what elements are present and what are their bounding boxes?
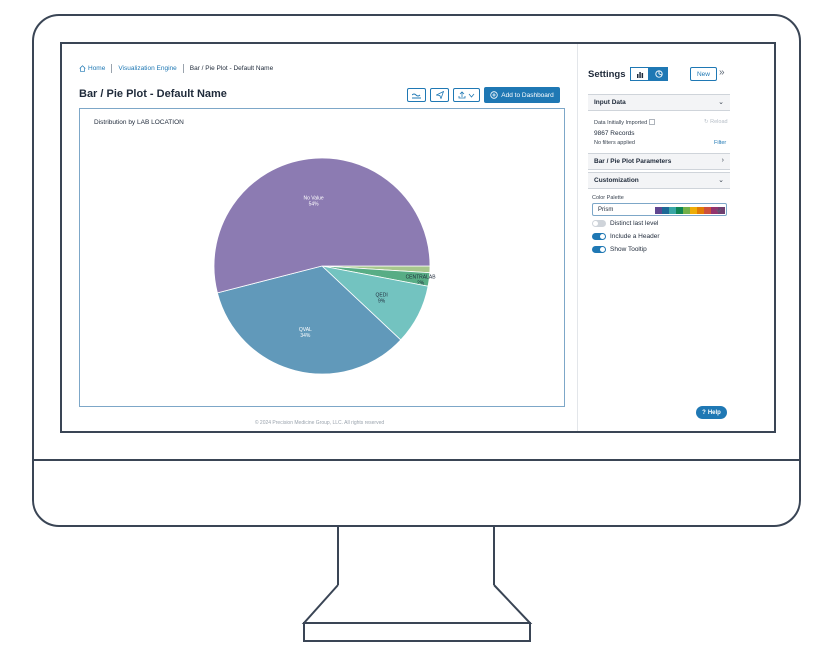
footer-copyright: © 2024 Precision Medicine Group, LLC. Al… xyxy=(254,420,385,426)
info-icon xyxy=(648,119,655,125)
pie-chart: CENTRALAB2%QEDI9%QVAL34%No Value54% xyxy=(213,157,436,375)
main-panel: Home Visualization Engine Bar / Pie Plot… xyxy=(62,44,577,431)
palette-swatch xyxy=(662,207,669,214)
breadcrumb-separator xyxy=(182,64,184,73)
bar-chart-icon xyxy=(636,71,643,78)
settings-panel: Settings New » Input Data ⌄ Data Initial… xyxy=(577,44,774,431)
toggle-switch[interactable] xyxy=(592,246,606,253)
chart-type-button[interactable] xyxy=(407,88,426,102)
page-title: Bar / Pie Plot - Default Name xyxy=(79,88,227,100)
pie-slice-percent: 54% xyxy=(309,202,320,208)
toggle-label: Include a Header xyxy=(610,233,660,240)
palette-swatch xyxy=(669,207,676,214)
share-button[interactable] xyxy=(430,88,449,102)
toggle-row: Show Tooltip xyxy=(592,246,647,253)
toggle-knob xyxy=(600,234,605,239)
export-dropdown-button[interactable] xyxy=(453,88,480,102)
upload-icon xyxy=(458,91,466,99)
customization-header-label: Customization xyxy=(594,177,639,184)
breadcrumb: Home Visualization Engine Bar / Pie Plot… xyxy=(79,64,273,73)
filters-status: No filters applied xyxy=(594,140,635,146)
toggle-label: Show Tooltip xyxy=(610,246,647,253)
color-palette-label: Color Palette xyxy=(592,195,624,201)
toggle-switch[interactable] xyxy=(592,233,606,240)
reload-label: Reload xyxy=(710,119,728,125)
chevron-right-icon: › xyxy=(721,157,724,164)
palette-swatch xyxy=(690,207,697,214)
palette-value: Prism xyxy=(598,206,614,213)
app-screen: Home Visualization Engine Bar / Pie Plot… xyxy=(62,44,774,431)
settings-title: Settings xyxy=(588,69,626,80)
input-data-section-header[interactable]: Input Data ⌄ xyxy=(588,94,730,111)
add-to-dashboard-label: Add to Dashboard xyxy=(501,91,554,99)
palette-swatch xyxy=(683,207,690,214)
data-imported-text: Data Initially Imported xyxy=(594,120,648,126)
collapse-panel-icon[interactable]: » xyxy=(719,67,725,78)
palette-swatch xyxy=(704,207,711,214)
reload-button[interactable]: ↻ Reload xyxy=(704,119,728,125)
toggle-label: Distinct last level xyxy=(610,220,659,227)
color-palette-select[interactable]: Prism xyxy=(592,203,727,216)
new-button[interactable]: New xyxy=(690,67,717,81)
help-icon: ? xyxy=(702,409,706,416)
breadcrumb-engine-link[interactable]: Visualization Engine xyxy=(118,65,176,72)
bar-view-toggle[interactable] xyxy=(630,67,649,81)
reload-icon: ↻ xyxy=(704,119,709,125)
toggle-row: Distinct last level xyxy=(592,220,658,227)
input-data-header-label: Input Data xyxy=(594,99,626,106)
chevron-down-icon xyxy=(468,93,475,98)
help-button[interactable]: ? Help xyxy=(696,406,727,419)
breadcrumb-home-link[interactable]: Home xyxy=(88,65,105,72)
pie-slice-percent: 34% xyxy=(300,333,311,339)
help-label: Help xyxy=(707,409,721,416)
toggle-knob xyxy=(600,247,605,252)
pie-slice-percent: 9% xyxy=(378,298,386,304)
parameters-section-header[interactable]: Bar / Pie Plot Parameters › xyxy=(588,153,730,170)
chart-card: Distribution by LAB LOCATION CENTRALAB 2%… xyxy=(79,108,565,407)
filter-link[interactable]: Filter xyxy=(714,140,726,146)
plus-circle-icon xyxy=(490,91,498,99)
wave-chart-icon xyxy=(412,93,421,98)
toggle-switch[interactable] xyxy=(592,220,606,227)
customization-section-header[interactable]: Customization ⌄ xyxy=(588,172,730,189)
breadcrumb-separator xyxy=(111,64,113,73)
palette-swatch xyxy=(655,207,662,214)
palette-swatch xyxy=(697,207,704,214)
toggle-knob xyxy=(593,221,598,226)
pie-view-toggle[interactable] xyxy=(649,67,668,81)
send-icon xyxy=(435,91,444,99)
breadcrumb-current: Bar / Pie Plot - Default Name xyxy=(189,65,274,72)
toggle-row: Include a Header xyxy=(592,233,660,240)
parameters-header-label: Bar / Pie Plot Parameters xyxy=(594,158,672,165)
chart-title: Distribution by LAB LOCATION xyxy=(94,119,184,126)
chevron-down-icon xyxy=(715,208,722,213)
add-to-dashboard-button[interactable]: Add to Dashboard xyxy=(484,87,560,103)
home-icon xyxy=(79,65,86,72)
records-count: 9867 Records xyxy=(594,130,635,137)
palette-swatch xyxy=(676,207,683,214)
chevron-down-icon: ⌄ xyxy=(718,177,724,184)
chevron-down-icon: ⌄ xyxy=(718,99,724,106)
data-imported-label: Data Initially Imported xyxy=(594,119,655,126)
pie-chart-icon xyxy=(654,70,663,78)
